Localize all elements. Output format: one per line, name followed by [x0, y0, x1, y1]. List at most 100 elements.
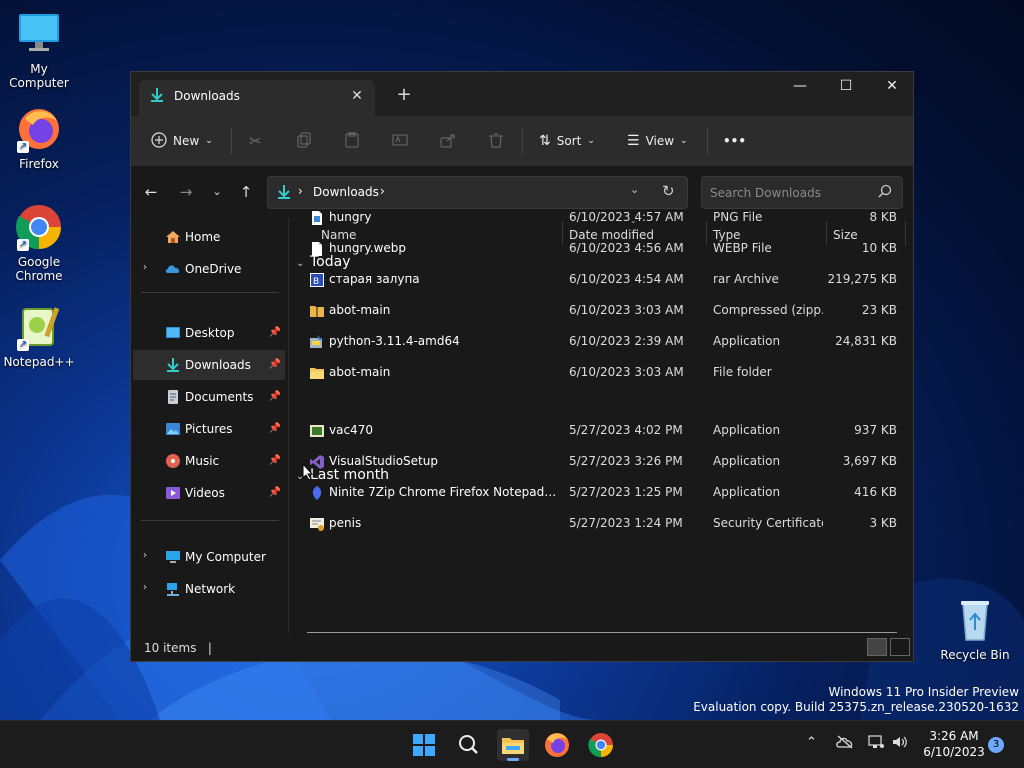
back-arrow-icon[interactable]: ← [139, 180, 163, 204]
network-status-icon[interactable] [868, 735, 884, 753]
notification-badge[interactable]: 3 [988, 737, 1004, 753]
expand-chevron-icon[interactable]: › [143, 582, 147, 593]
file-row[interactable]: abot-main 6/10/2023 3:03 AM File folder [301, 359, 901, 387]
new-button[interactable]: New ⌄ [151, 125, 213, 157]
sidebar-divider [141, 292, 279, 293]
desktop-icon-notepadpp[interactable]: ↗ Notepad++ [0, 303, 78, 369]
tab-close-button[interactable]: ✕ [345, 84, 369, 108]
recent-locations-chevron-icon[interactable]: ⌄ [205, 180, 229, 204]
pin-icon[interactable]: 📌 [269, 487, 281, 498]
share-icon [440, 132, 456, 151]
cut-button[interactable]: ✂ [249, 125, 262, 157]
trash-icon [488, 132, 504, 151]
sidebar-item-onedrive[interactable]: › OneDrive [133, 254, 285, 284]
forward-arrow-icon[interactable]: → [174, 180, 198, 204]
toolbar-divider [522, 128, 523, 154]
file-row[interactable]: abot-main 6/10/2023 3:03 AM Compressed (… [301, 297, 901, 325]
chrome-icon: ↗ [15, 203, 63, 251]
address-dropdown-chevron-icon[interactable]: ⌄ [630, 183, 639, 196]
chevron-down-icon: ⌄ [205, 136, 213, 146]
rename-button[interactable] [392, 125, 408, 157]
volume-icon[interactable] [892, 735, 908, 753]
tab-title: Downloads [174, 89, 240, 103]
pin-icon[interactable]: 📌 [269, 423, 281, 434]
file-explorer-taskbar-button[interactable] [497, 729, 529, 761]
copy-button[interactable] [296, 125, 312, 157]
column-divider[interactable] [905, 221, 906, 245]
title-bar[interactable]: Downloads ✕ + — ☐ ✕ [131, 72, 913, 116]
show-hidden-icons-chevron-icon[interactable]: ⌃ [806, 735, 817, 750]
desktop-icon-firefox[interactable]: ↗ Firefox [0, 105, 78, 171]
view-button[interactable]: ☰ View ⌄ [627, 125, 688, 157]
command-bar: New ⌄ ✂ ⇅ Sort ⌄ ☰ View ⌄ ••• [131, 116, 913, 166]
pin-icon[interactable]: 📌 [269, 359, 281, 370]
system-clock[interactable]: 3:26 AM 6/10/2023 [920, 728, 988, 760]
file-row[interactable]: vac470 5/27/2023 4:02 PM Application 937… [301, 417, 901, 445]
tab-downloads[interactable]: Downloads ✕ [139, 80, 375, 116]
onedrive-offline-icon[interactable] [836, 735, 854, 753]
close-button[interactable]: ✕ [869, 72, 915, 102]
sidebar-item-network[interactable]: › Network [133, 574, 285, 604]
file-list: Name Date modified ⌄ Type Size ⌄ Today hu… [291, 210, 913, 634]
search-icon[interactable] [878, 184, 892, 201]
sidebar-item-downloads[interactable]: Downloads 📌 [133, 350, 285, 380]
os-watermark: Windows 11 Pro Insider Preview Evaluatio… [693, 685, 1019, 714]
item-count: 10 items | [144, 641, 212, 655]
chrome-taskbar-button[interactable] [585, 729, 617, 761]
sort-icon: ⇅ [539, 133, 551, 149]
search-input[interactable] [710, 183, 870, 203]
refresh-icon[interactable]: ↻ [662, 182, 675, 200]
up-arrow-icon[interactable]: ↑ [234, 180, 258, 204]
sidebar-item-home[interactable]: Home [133, 222, 285, 252]
file-row[interactable]: python-3.11.4-amd64 6/10/2023 2:39 AM Ap… [301, 328, 901, 356]
more-options-button[interactable]: ••• [723, 125, 746, 157]
firefox-taskbar-button[interactable] [541, 729, 573, 761]
sidebar-item-videos[interactable]: Videos 📌 [133, 478, 285, 508]
new-tab-button[interactable]: + [390, 83, 418, 107]
file-row[interactable]: penis 5/27/2023 1:24 PM Security Certifi… [301, 510, 901, 538]
download-icon [149, 87, 165, 106]
expand-chevron-icon[interactable]: › [143, 550, 147, 561]
desktop-icon-recycle-bin[interactable]: Recycle Bin [936, 596, 1014, 662]
videos-icon [165, 485, 181, 501]
status-bar: 10 items | [131, 633, 913, 661]
sidebar-item-documents[interactable]: Documents 📌 [133, 382, 285, 412]
mouse-cursor-icon [302, 463, 314, 481]
breadcrumb-downloads[interactable]: Downloads [313, 185, 379, 199]
pin-icon[interactable]: 📌 [269, 327, 281, 338]
pane-splitter[interactable] [288, 218, 289, 633]
file-row[interactable]: hungry 6/10/2023 4:57 AM PNG File 8 KB [301, 204, 901, 232]
maximize-button[interactable]: ☐ [823, 72, 869, 102]
sidebar-item-pictures[interactable]: Pictures 📌 [133, 414, 285, 444]
paste-button[interactable] [344, 125, 360, 157]
tiles-view-icon[interactable] [890, 638, 910, 656]
search-taskbar-button[interactable] [452, 729, 484, 761]
share-button[interactable] [440, 125, 456, 157]
file-row[interactable]: VisualStudioSetup 5/27/2023 3:26 PM Appl… [301, 448, 901, 476]
pin-icon[interactable]: 📌 [269, 455, 281, 466]
sidebar-item-my-computer[interactable]: › My Computer [133, 542, 285, 572]
pin-icon[interactable]: 📌 [269, 391, 281, 402]
file-row[interactable]: Ninite 7Zip Chrome Firefox Notepad Inst.… [301, 479, 901, 507]
png-file-icon [309, 210, 325, 226]
file-row[interactable]: B старая залупа 6/10/2023 4:54 AM rar Ar… [301, 266, 901, 294]
desktop-icon-my-computer[interactable]: My Computer [0, 10, 78, 90]
search-icon [459, 735, 478, 754]
desktop-folder-icon [165, 325, 181, 341]
file-row[interactable]: hungry.webp 6/10/2023 4:56 AM WEBP File … [301, 235, 901, 263]
start-button[interactable] [408, 729, 440, 761]
sort-button[interactable]: ⇅ Sort ⌄ [539, 125, 595, 157]
certificate-icon [309, 516, 325, 532]
desktop-icon-google-chrome[interactable]: ↗ Google Chrome [0, 203, 78, 283]
delete-button[interactable] [488, 125, 504, 157]
sidebar-item-desktop[interactable]: Desktop 📌 [133, 318, 285, 348]
app-icon [309, 423, 325, 439]
minimize-button[interactable]: — [777, 72, 823, 102]
installer-icon [309, 334, 325, 350]
sidebar-item-music[interactable]: Music 📌 [133, 446, 285, 476]
expand-chevron-icon[interactable]: › [143, 262, 147, 273]
taskbar: ⌃ 3:26 AM 6/10/2023 3 [0, 720, 1024, 768]
active-indicator [507, 758, 519, 761]
details-view-icon[interactable] [867, 638, 887, 656]
plus-circle-icon [151, 131, 167, 151]
